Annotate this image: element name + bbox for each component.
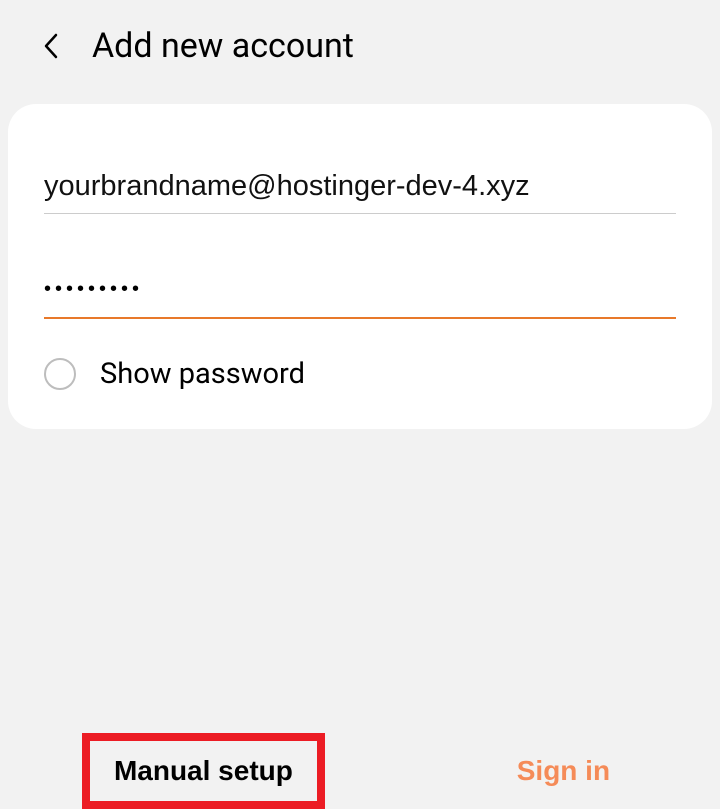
manual-setup-button[interactable]: Manual setup <box>82 733 325 809</box>
header: Add new account <box>0 0 720 92</box>
show-password-label: Show password <box>100 357 305 391</box>
back-icon[interactable] <box>40 35 62 57</box>
signin-button[interactable]: Sign in <box>489 739 638 803</box>
login-card: Show password <box>8 104 712 429</box>
email-input[interactable] <box>44 164 676 214</box>
show-password-row[interactable]: Show password <box>44 357 676 391</box>
bottom-action-bar: Manual setup Sign in <box>0 721 720 809</box>
password-input[interactable] <box>44 272 676 319</box>
checkbox-circle-icon[interactable] <box>44 358 76 390</box>
page-title: Add new account <box>92 26 354 66</box>
